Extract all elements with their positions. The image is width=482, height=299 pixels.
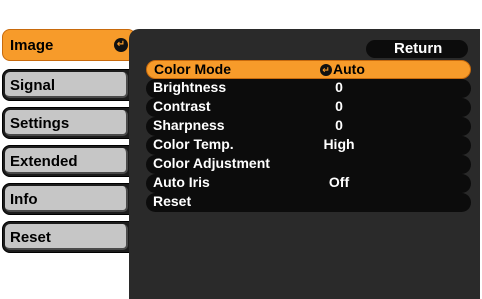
sidebar-item-settings[interactable]: Settings — [2, 107, 136, 139]
settings-panel: Return Color Mode ↵ Auto Brightness 0 Con… — [129, 29, 480, 299]
enter-icon: ↵ — [320, 64, 332, 76]
setting-value-text: Auto — [333, 61, 365, 77]
sidebar-item-extended[interactable]: Extended — [2, 145, 136, 177]
setting-row-color-mode[interactable]: Color Mode ↵ Auto — [146, 60, 471, 79]
sidebar-item-signal[interactable]: Signal — [2, 69, 136, 101]
setting-name: Color Adjustment — [153, 155, 270, 171]
return-label: Return — [394, 40, 443, 57]
setting-name: Auto Iris — [153, 174, 210, 190]
sidebar-item-info[interactable]: Info — [2, 183, 136, 215]
setting-row-contrast[interactable]: Contrast 0 — [146, 98, 471, 117]
sidebar-item-reset[interactable]: Reset — [2, 221, 136, 253]
setting-name: Sharpness — [153, 117, 225, 133]
setting-value: High — [323, 136, 355, 152]
setting-name: Reset — [153, 193, 192, 209]
enter-icon: ↵ — [114, 38, 128, 52]
sidebar-item-label: Info — [10, 191, 38, 208]
setting-row-auto-iris[interactable]: Auto Iris Off — [146, 174, 471, 193]
setting-name: Color Mode — [154, 61, 231, 77]
sidebar-item-label: Settings — [10, 115, 70, 132]
setting-value: Off — [328, 174, 350, 190]
setting-row-color-adjustment[interactable]: Color Adjustment — [146, 155, 471, 174]
settings-list: Color Mode ↵ Auto Brightness 0 Contrast 0… — [146, 60, 471, 212]
setting-value: 0 — [335, 117, 343, 133]
setting-value: 0 — [335, 79, 343, 95]
setting-value: 0 — [335, 98, 343, 114]
sidebar-item-label: Extended — [10, 153, 78, 170]
setting-value: ↵ Auto — [320, 61, 420, 77]
return-button[interactable]: Return — [366, 40, 468, 58]
sidebar-item-label: Reset — [10, 229, 51, 246]
sidebar-item-image[interactable]: Image ↵ — [2, 29, 136, 61]
setting-name: Color Temp. — [153, 136, 234, 152]
sidebar-item-label: Signal — [10, 77, 56, 94]
setting-row-sharpness[interactable]: Sharpness 0 — [146, 117, 471, 136]
setting-name: Brightness — [153, 79, 227, 95]
setting-row-brightness[interactable]: Brightness 0 — [146, 79, 471, 98]
setting-name: Contrast — [153, 98, 211, 114]
setting-row-reset[interactable]: Reset — [146, 193, 471, 212]
sidebar-item-label: Image — [10, 37, 54, 54]
setting-row-color-temp[interactable]: Color Temp. High — [146, 136, 471, 155]
